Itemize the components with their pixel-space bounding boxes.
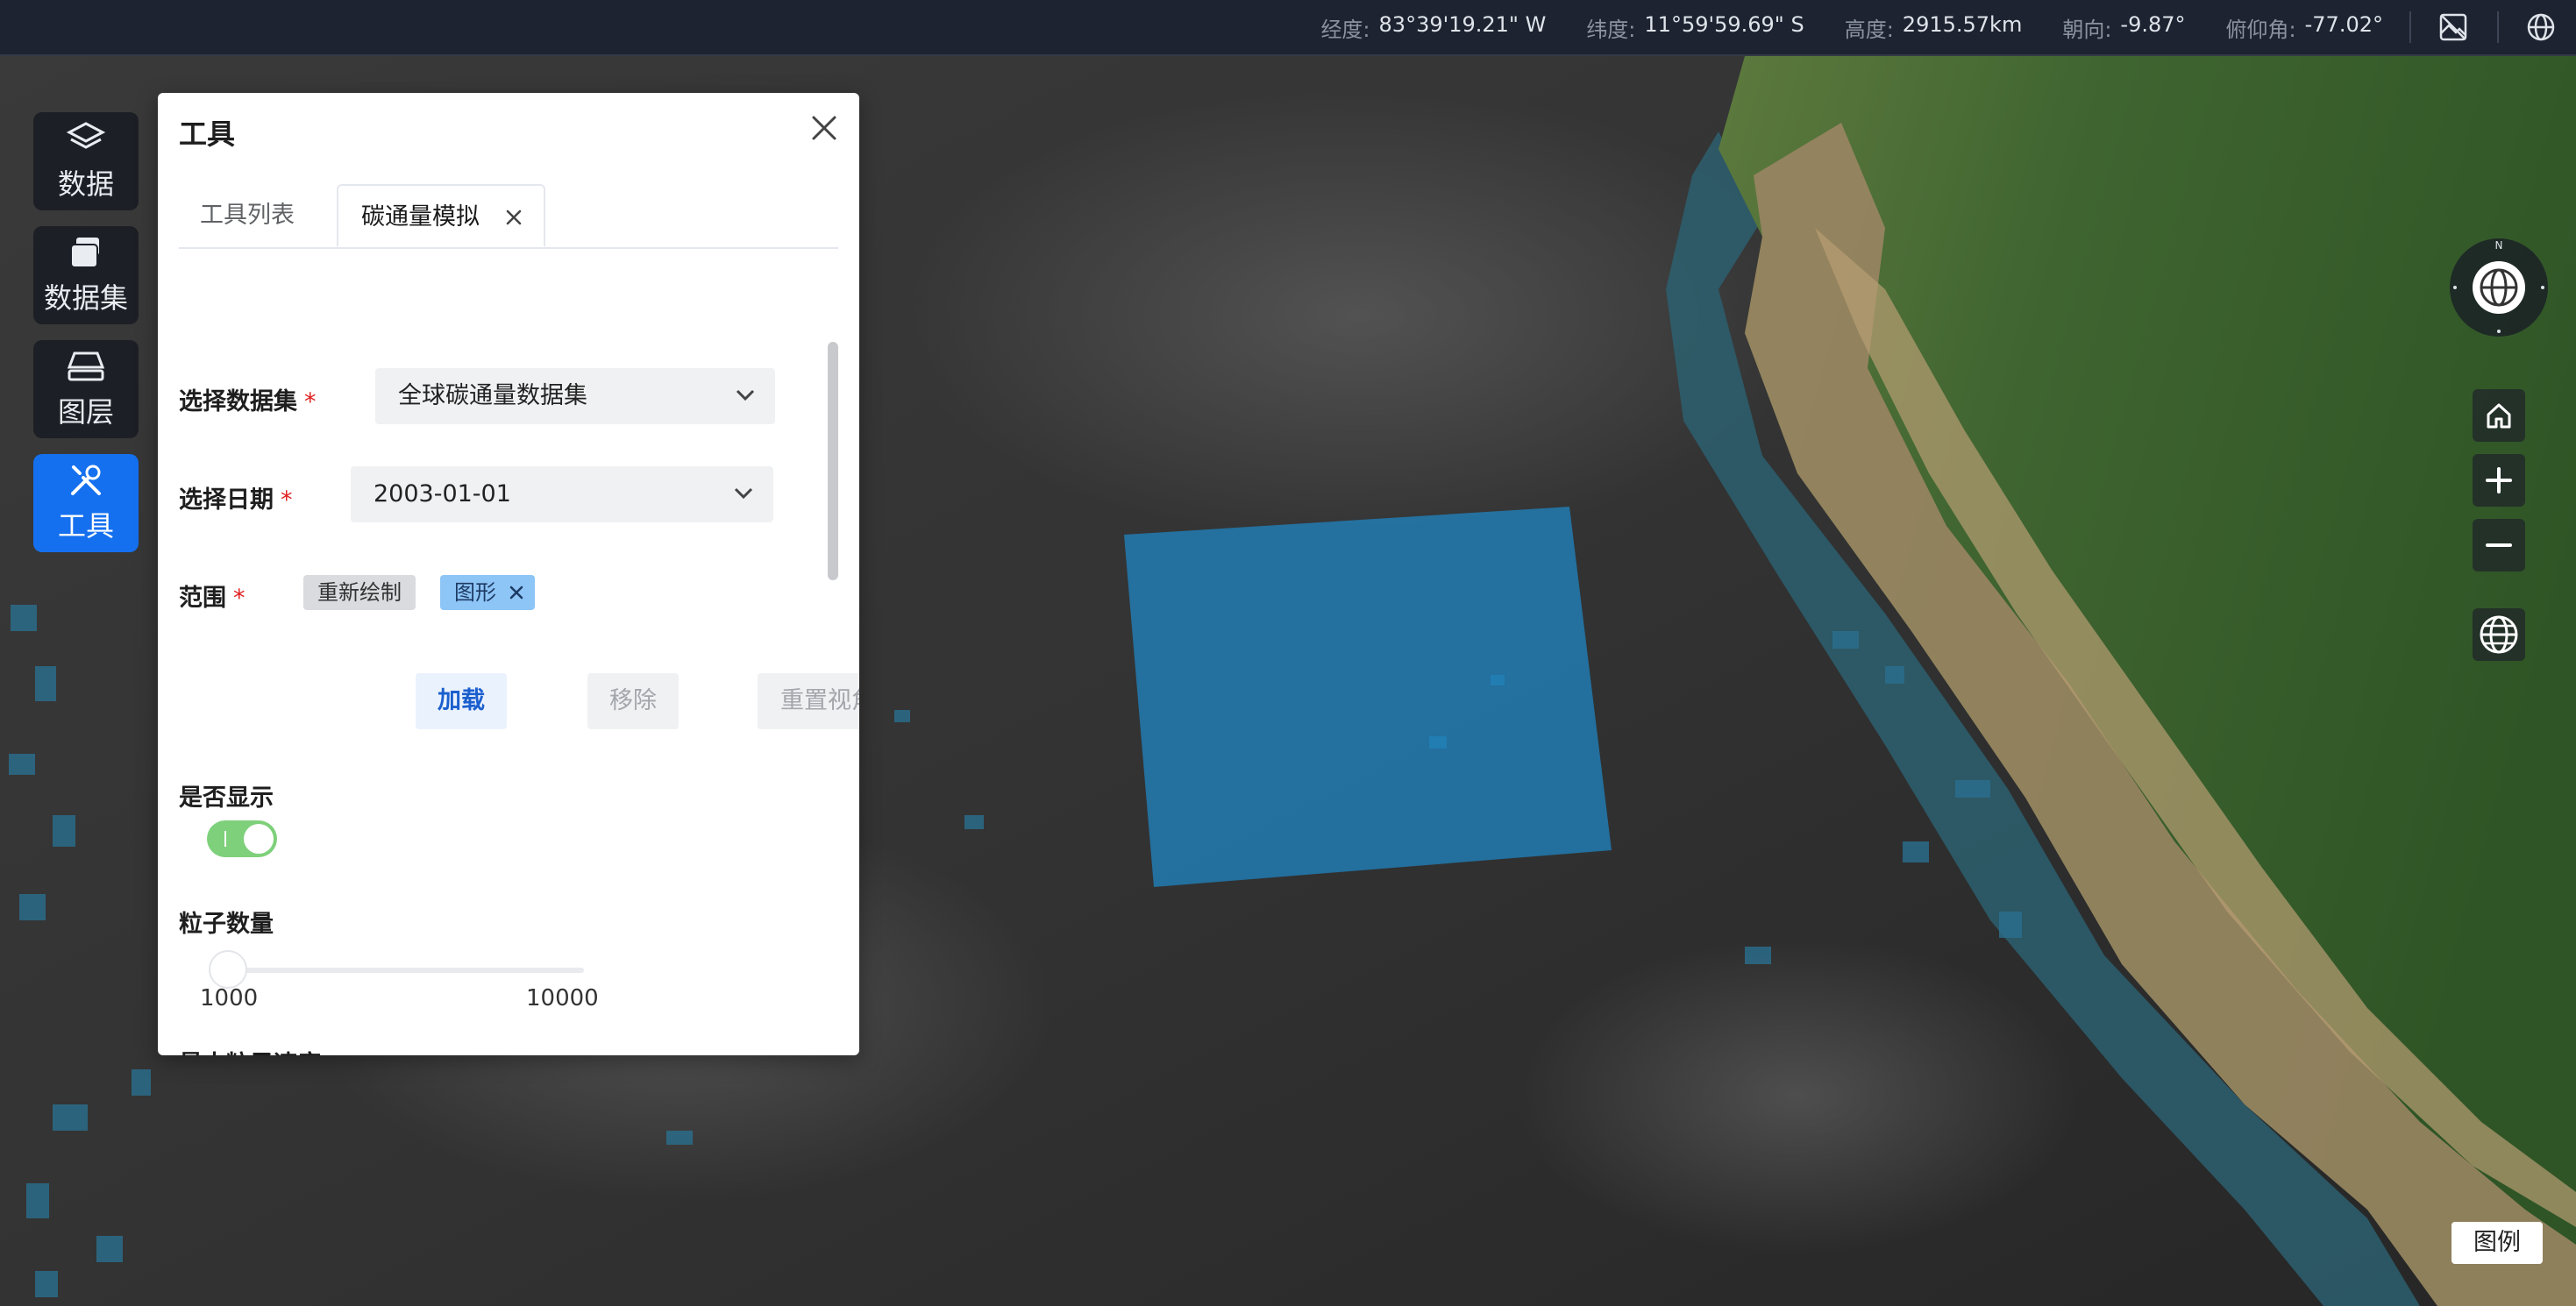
heading-label: 朝向: (2062, 17, 2112, 42)
nav-item-data[interactable]: 数据 (33, 112, 139, 210)
divider (2497, 11, 2499, 43)
pitch-label: 俯仰角: (2225, 17, 2296, 42)
height-readout: 高度: 2915.57km (1845, 12, 2023, 43)
slider-min-label: 1000 (200, 985, 259, 1011)
display-label: 是否显示 (179, 784, 274, 812)
divider (2409, 11, 2411, 43)
latitude-value: 11°59'59.69" S (1644, 11, 1804, 37)
toggle-knob (244, 824, 274, 854)
particle-count-slider-handle[interactable] (209, 950, 247, 989)
status-bar: 经度: 83°39'19.21" W 纬度: 11°59'59.69" S 高度… (0, 0, 2576, 56)
globe-icon (2480, 615, 2518, 654)
required-mark: * (233, 585, 246, 612)
shape-tag[interactable]: 图形 (440, 575, 535, 610)
date-select[interactable]: 2003-01-01 (351, 466, 773, 522)
nav-item-label: 数据 (57, 167, 114, 201)
latitude-label: 纬度: (1586, 17, 1636, 42)
longitude-value: 83°39'19.21" W (1378, 11, 1547, 37)
nav-item-layer[interactable]: 图层 (33, 340, 139, 438)
required-mark: * (281, 486, 293, 514)
height-label: 高度: (1844, 17, 1894, 42)
reset-view-button[interactable]: 重置视角 (758, 673, 859, 729)
pitch-value: -77.02° (2304, 11, 2383, 37)
left-nav: 数据 数据集 图层 工具 (33, 112, 140, 568)
tool-panel: 工具 工具列表 碳通量模拟 选择数据集 * 全球碳通量数据集 选择日期 * 2003… (158, 93, 859, 1055)
dataset-label-text: 选择数据集 (179, 388, 297, 415)
particle-count-label: 粒子数量 (179, 911, 274, 938)
redraw-tag[interactable]: 重新绘制 (303, 575, 416, 610)
zoom-out-button[interactable] (2473, 519, 2525, 571)
layers-icon (66, 122, 106, 149)
remove-button[interactable]: 移除 (587, 673, 679, 729)
carbon-flux-form: 选择数据集 * 全球碳通量数据集 选择日期 * 2003-01-01 范围 * 重新绘… (179, 247, 859, 1055)
chevron-down-icon (736, 389, 755, 401)
globe-language-icon[interactable] (2523, 10, 2558, 45)
nav-item-dataset[interactable]: 数据集 (33, 226, 139, 324)
date-label-text: 选择日期 (179, 486, 274, 514)
cloud-patch (1517, 938, 2078, 1253)
compass-north-label: N (2495, 239, 2503, 252)
tag-close-icon[interactable] (509, 585, 524, 600)
load-button[interactable]: 加载 (416, 673, 507, 729)
home-icon (2487, 403, 2511, 429)
globe-view-button[interactable] (2473, 608, 2525, 661)
range-label-text: 范围 (179, 585, 226, 612)
slider-max-label: 10000 (526, 985, 599, 1011)
zoom-in-icon (2486, 467, 2512, 493)
display-toggle[interactable] (207, 820, 277, 857)
map-layer-off-icon[interactable] (2436, 10, 2471, 45)
nav-item-label: 数据集 (43, 281, 128, 315)
dataset-icon (70, 238, 99, 268)
longitude-readout: 经度: 83°39'19.21" W (1320, 12, 1546, 43)
chevron-down-icon (734, 487, 753, 500)
nav-item-label: 图层 (57, 395, 114, 429)
date-selected-value: 2003-01-01 (374, 480, 511, 507)
panel-scrollbar[interactable] (828, 342, 838, 580)
nav-item-tools[interactable]: 工具 (33, 454, 139, 552)
tab-label: 碳通量模拟 (361, 203, 480, 231)
pitch-readout: 俯仰角: -77.02° (2226, 12, 2383, 43)
dataset-select[interactable]: 全球碳通量数据集 (375, 368, 775, 424)
particle-count-track[interactable] (228, 968, 584, 973)
panel-title: 工具 (179, 117, 236, 151)
date-field-label: 选择日期 * (179, 480, 293, 515)
tab-carbon-flux[interactable]: 碳通量模拟 (337, 184, 545, 247)
longitude-label: 经度: (1320, 17, 1370, 42)
heading-value: -9.87° (2120, 11, 2186, 37)
zoom-out-icon (2486, 543, 2512, 547)
compass[interactable]: N (2446, 235, 2551, 340)
tab-tool-list[interactable]: 工具列表 (200, 184, 295, 247)
range-field-label: 范围 * (179, 578, 246, 613)
height-value: 2915.57km (1902, 11, 2023, 37)
close-icon[interactable] (807, 110, 842, 146)
tab-close-icon[interactable] (505, 209, 523, 226)
legend-button[interactable]: 图例 (2451, 1222, 2543, 1264)
tools-icon (71, 465, 101, 495)
selected-region[interactable] (1124, 507, 1612, 887)
home-button[interactable] (2473, 389, 2525, 442)
tab-bar: 工具列表 碳通量模拟 (179, 184, 838, 249)
zoom-in-button[interactable] (2473, 454, 2525, 507)
latitude-readout: 纬度: 11°59'59.69" S (1586, 12, 1804, 43)
dataset-selected-value: 全球碳通量数据集 (398, 382, 587, 409)
nav-item-label: 工具 (57, 509, 114, 543)
dataset-field-label: 选择数据集 * (179, 382, 317, 416)
max-speed-label: 最大粒子速度 (179, 1045, 321, 1055)
layer-icon (67, 351, 105, 381)
heading-readout: 朝向: -9.87° (2062, 12, 2185, 43)
shape-tag-label: 图形 (454, 580, 496, 605)
required-mark: * (304, 388, 317, 415)
toggle-on-mark (224, 831, 226, 847)
